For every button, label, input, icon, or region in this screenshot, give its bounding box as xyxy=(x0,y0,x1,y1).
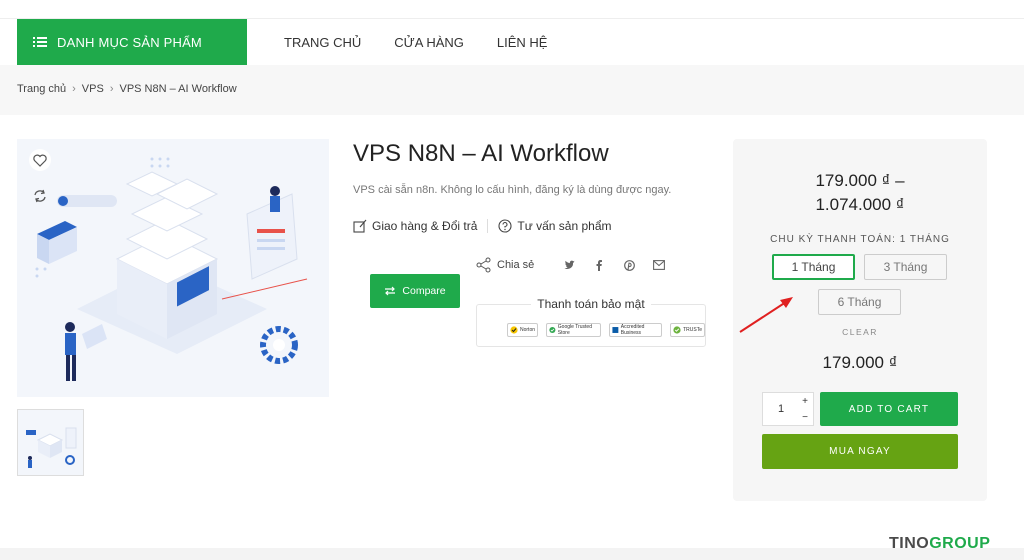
option-6-month[interactable]: 6 Tháng xyxy=(818,289,901,315)
link-divider xyxy=(487,219,489,233)
question-circle-icon xyxy=(498,219,512,233)
shipping-returns-link[interactable]: Giao hàng & Đổi trả xyxy=(353,219,477,233)
red-arrow-annotation xyxy=(739,297,793,333)
product-image[interactable] xyxy=(17,139,329,397)
footer-edge xyxy=(0,548,1024,560)
consult-link[interactable]: Tư vấn sản phẩm xyxy=(498,219,611,233)
compare-toggle-button[interactable] xyxy=(29,185,51,207)
product-thumbnail[interactable] xyxy=(17,409,84,476)
google-trusted-store-logo: Google Trusted Store xyxy=(546,323,601,337)
breadcrumb-separator: › xyxy=(109,83,114,95)
list-menu-icon xyxy=(33,37,47,47)
breadcrumb-bar: Trang chủ › VPS › VPS N8N – AI Workflow xyxy=(0,65,1024,115)
consult-label: Tư vấn sản phẩm xyxy=(517,219,612,233)
quantity-input[interactable]: 1 xyxy=(763,393,799,425)
nav-shop[interactable]: CỬA HÀNG xyxy=(394,35,464,50)
google-icon xyxy=(549,326,556,334)
box-edit-icon xyxy=(353,219,367,233)
quantity-plus-button[interactable]: + xyxy=(797,393,813,409)
top-navigation: DANH MỤC SẢN PHẨM TRANG CHỦ CỬA HÀNG LIÊ… xyxy=(0,18,1024,65)
breadcrumb: Trang chủ › VPS › VPS N8N – AI Workflow xyxy=(17,83,237,95)
selected-price: 179.000 ₫ xyxy=(822,353,898,372)
nav-contact[interactable]: LIÊN HỆ xyxy=(497,35,548,50)
buy-now-button[interactable]: MUA NGAY xyxy=(762,434,958,469)
price-range-low: 179.000 ₫ – xyxy=(815,171,905,190)
truste-check-icon xyxy=(673,326,681,334)
share-label: Chia sẻ xyxy=(497,259,535,271)
norton-logo: Norton xyxy=(507,323,539,337)
category-menu-label: DANH MỤC SẢN PHẨM xyxy=(57,34,202,50)
email-share-button[interactable] xyxy=(644,260,674,270)
refresh-icon xyxy=(34,189,46,203)
trust-logos: Norton Google Trusted Store Accredited B… xyxy=(507,323,705,337)
breadcrumb-separator: › xyxy=(72,83,76,95)
pinterest-share-button[interactable] xyxy=(614,259,644,271)
compare-button[interactable]: Compare xyxy=(370,274,460,308)
nav-home[interactable]: TRANG CHỦ xyxy=(284,35,361,50)
main-nav: TRANG CHỦ CỬA HÀNG LIÊN HỆ xyxy=(284,19,547,65)
billing-cycle-label: CHU KỲ THANH TOÁN: 1 THÁNG xyxy=(770,234,950,245)
quantity-minus-button[interactable]: − xyxy=(797,409,813,425)
product-description: VPS cài sẵn n8n. Không lo cấu hình, đăng… xyxy=(353,184,672,196)
product-title: VPS N8N – AI Workflow xyxy=(353,140,609,167)
share-bar: Chia sẻ xyxy=(476,257,674,273)
price-range: 179.000 ₫ – 1.074.000 ₫ xyxy=(733,169,987,217)
category-menu-button[interactable]: DANH MỤC SẢN PHẨM xyxy=(17,19,247,65)
twitter-share-button[interactable] xyxy=(554,260,584,270)
pinterest-icon xyxy=(623,259,635,271)
compare-label: Compare xyxy=(402,285,446,297)
server-illustration xyxy=(35,157,308,381)
breadcrumb-home[interactable]: Trang chủ xyxy=(17,83,66,95)
breadcrumb-current: VPS N8N – AI Workflow xyxy=(119,83,237,95)
breadcrumb-vps[interactable]: VPS xyxy=(82,83,104,95)
norton-check-icon xyxy=(510,326,518,334)
facebook-icon xyxy=(596,259,603,271)
compare-icon xyxy=(385,286,396,296)
secure-payment-box: Thanh toán bảo mật Norton Google Trusted… xyxy=(476,297,706,347)
option-3-month[interactable]: 3 Tháng xyxy=(864,254,947,280)
shipping-returns-label: Giao hàng & Đổi trả xyxy=(372,219,478,233)
price-range-high: 1.074.000 ₫ xyxy=(815,195,905,214)
heart-icon xyxy=(33,154,47,167)
bbb-icon xyxy=(612,327,619,333)
email-icon xyxy=(653,260,666,270)
truste-logo: TRUSTe xyxy=(670,323,705,337)
accredited-business-logo: Accredited Business xyxy=(609,323,663,337)
secure-payment-title: Thanh toán bảo mật xyxy=(477,297,705,311)
twitter-icon xyxy=(564,260,575,269)
add-to-cart-button[interactable]: ADD TO CART xyxy=(820,392,958,426)
facebook-share-button[interactable] xyxy=(584,259,614,271)
quantity-stepper[interactable]: 1 + − xyxy=(762,392,814,426)
product-links: Giao hàng & Đổi trả Tư vấn sản phẩm xyxy=(353,219,611,233)
share-icon xyxy=(476,257,491,273)
wishlist-button[interactable] xyxy=(29,149,51,171)
thumbnail-illustration xyxy=(26,427,77,468)
option-1-month[interactable]: 1 Tháng xyxy=(772,254,855,280)
